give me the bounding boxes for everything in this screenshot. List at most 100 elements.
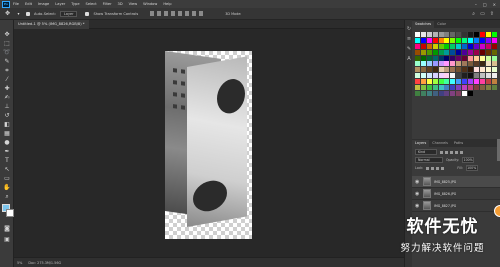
menu-3d[interactable]: 3D: [115, 2, 126, 6]
color-swatch[interactable]: [415, 55, 420, 61]
menu-image[interactable]: Image: [35, 2, 52, 6]
layer-name[interactable]: IMG_8825.JPG: [434, 180, 456, 184]
color-swatch[interactable]: [491, 43, 497, 49]
background-color-swatch[interactable]: [6, 209, 14, 217]
lock-pixels-icon[interactable]: [426, 166, 430, 170]
color-swatch[interactable]: [479, 49, 485, 55]
color-swatch[interactable]: [462, 43, 468, 49]
color-swatch[interactable]: [473, 55, 479, 61]
tab-color[interactable]: Color: [434, 21, 449, 28]
eye-icon[interactable]: ◉: [415, 203, 420, 209]
color-swatch[interactable]: [444, 32, 450, 37]
quick-select-tool-icon[interactable]: ✎: [3, 58, 11, 66]
filter-shape-icon[interactable]: [455, 150, 458, 154]
color-swatch[interactable]: [491, 85, 497, 91]
pen-tool-icon[interactable]: ✒: [3, 148, 11, 156]
color-swatch[interactable]: [420, 55, 426, 61]
color-swatch[interactable]: [456, 85, 462, 91]
brush-tool-icon[interactable]: ✍: [3, 94, 11, 102]
color-swatch[interactable]: [444, 43, 450, 49]
tab-layers[interactable]: Layers: [412, 140, 430, 147]
color-swatch[interactable]: [473, 79, 479, 85]
align-right-icon[interactable]: [164, 11, 169, 16]
color-swatch[interactable]: [420, 37, 426, 43]
distribute-icon[interactable]: [192, 11, 197, 16]
color-swatch[interactable]: [444, 37, 450, 43]
color-swatch[interactable]: [456, 43, 462, 49]
color-swatch[interactable]: [426, 85, 432, 91]
color-swatch[interactable]: [420, 90, 426, 96]
menu-filter[interactable]: Filter: [100, 2, 115, 6]
color-swatch[interactable]: [456, 73, 462, 79]
lasso-tool-icon[interactable]: ➰: [3, 49, 11, 57]
color-swatch[interactable]: [462, 73, 468, 79]
color-swatch[interactable]: [444, 49, 450, 55]
color-swatch[interactable]: [432, 32, 438, 37]
color-swatch[interactable]: [444, 79, 450, 85]
stamp-tool-icon[interactable]: ⊥: [3, 103, 11, 111]
color-swatch[interactable]: [450, 49, 456, 55]
color-swatch[interactable]: [468, 79, 474, 85]
menu-type[interactable]: Type: [68, 2, 82, 6]
color-swatch[interactable]: [415, 32, 420, 37]
align-top-icon[interactable]: [171, 11, 176, 16]
color-swatch[interactable]: [468, 37, 474, 43]
chevron-down-icon[interactable]: ▾: [15, 10, 22, 17]
color-swatch[interactable]: [426, 37, 432, 43]
color-swatch[interactable]: [479, 43, 485, 49]
color-swatch[interactable]: [462, 61, 468, 67]
color-swatch[interactable]: [438, 32, 444, 37]
color-swatch[interactable]: [473, 85, 479, 91]
color-swatch[interactable]: [456, 55, 462, 61]
color-swatch[interactable]: [479, 55, 485, 61]
color-swatch[interactable]: [485, 61, 491, 67]
color-swatch[interactable]: [438, 90, 444, 96]
color-swatch[interactable]: [491, 37, 497, 43]
document-canvas[interactable]: [165, 51, 252, 239]
fill-input[interactable]: 100%: [465, 165, 478, 171]
color-swatch[interactable]: [426, 43, 432, 49]
marquee-tool-icon[interactable]: ⬚: [3, 40, 11, 48]
document-info[interactable]: Doc: 275.3M/1.56G: [28, 261, 61, 265]
color-swatch[interactable]: [468, 73, 474, 79]
lock-paint-icon[interactable]: [431, 166, 435, 170]
screen-mode-icon[interactable]: ▣: [3, 236, 11, 244]
color-swatch[interactable]: [485, 67, 491, 73]
color-swatch[interactable]: [485, 55, 491, 61]
color-swatch[interactable]: [479, 73, 485, 79]
color-swatch[interactable]: [462, 49, 468, 55]
color-swatch[interactable]: [415, 37, 420, 43]
filter-pixel-icon[interactable]: [440, 150, 443, 154]
workspace-icon[interactable]: ▭: [480, 11, 485, 17]
auto-select-checkbox[interactable]: [26, 11, 30, 16]
auto-select-dropdown[interactable]: Layer: [60, 10, 78, 17]
color-swatch[interactable]: [444, 90, 450, 96]
color-swatch[interactable]: [415, 90, 420, 96]
layer-row[interactable]: ◉ IMG_8827.JPG: [412, 200, 500, 212]
align-left-icon[interactable]: [150, 11, 155, 16]
shape-tool-icon[interactable]: ▭: [3, 175, 11, 183]
color-swatch[interactable]: [426, 67, 432, 73]
color-swatch[interactable]: [468, 90, 474, 96]
color-swatch[interactable]: [450, 55, 456, 61]
color-swatch[interactable]: [473, 73, 479, 79]
color-swatch[interactable]: [450, 73, 456, 79]
color-swatch[interactable]: [415, 85, 420, 91]
color-swatch[interactable]: [415, 79, 420, 85]
color-swatch[interactable]: [415, 73, 420, 79]
filter-type-icon[interactable]: [450, 150, 453, 154]
color-swatch[interactable]: [420, 73, 426, 79]
color-swatch[interactable]: [432, 85, 438, 91]
color-swatch[interactable]: [491, 67, 497, 73]
color-swatch[interactable]: [485, 79, 491, 85]
color-swatch[interactable]: [432, 67, 438, 73]
color-swatch[interactable]: [438, 73, 444, 79]
color-swatch[interactable]: [432, 73, 438, 79]
color-swatch[interactable]: [432, 49, 438, 55]
color-swatch[interactable]: [491, 79, 497, 85]
dodge-tool-icon[interactable]: ●: [3, 139, 11, 147]
color-swatch[interactable]: [491, 32, 497, 37]
color-swatch[interactable]: [438, 79, 444, 85]
menu-view[interactable]: View: [126, 2, 141, 6]
tab-channels[interactable]: Channels: [429, 140, 451, 147]
